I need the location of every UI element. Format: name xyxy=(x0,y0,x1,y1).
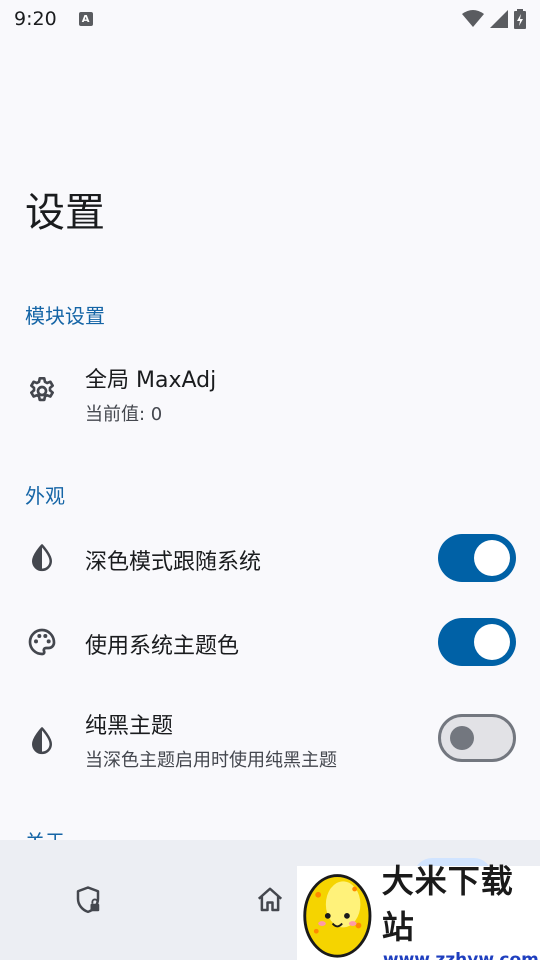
switch-knob xyxy=(474,540,510,576)
setting-dark-mode-follow-system[interactable]: 深色模式跟随系统 xyxy=(0,530,540,586)
setting-subtitle: 当深色主题启用时使用纯黑主题 xyxy=(85,750,337,771)
setting-text: 纯黑主题 当深色主题启用时使用纯黑主题 xyxy=(85,708,337,772)
status-bar: 9:20 A xyxy=(0,0,540,38)
setting-text: 深色模式跟随系统 xyxy=(85,544,261,576)
use-system-theme-color-switch[interactable] xyxy=(438,618,516,666)
setting-pure-black-theme[interactable]: 纯黑主题 当深色主题启用时使用纯黑主题 xyxy=(0,704,540,778)
setting-text: 使用系统主题色 xyxy=(85,628,239,660)
egg-mascot-icon xyxy=(303,874,372,958)
signal-icon xyxy=(490,10,508,28)
gear-icon xyxy=(25,374,59,408)
watermark-name: 大米下载站 xyxy=(381,862,514,946)
pure-black-theme-switch[interactable] xyxy=(438,714,516,762)
status-icons xyxy=(462,9,526,29)
battery-icon xyxy=(514,9,526,29)
setting-title: 纯黑主题 xyxy=(85,714,174,739)
section-header-appearance: 外观 xyxy=(25,484,65,508)
switch-knob xyxy=(474,624,510,660)
contrast-icon xyxy=(25,541,59,575)
watermark-text: 大米下载站 www.zzhyw.com xyxy=(382,856,540,960)
a-icon: A xyxy=(78,12,93,26)
shield-lock-icon xyxy=(76,886,100,914)
setting-subtitle: 当前值: 0 xyxy=(85,404,163,425)
setting-title: 深色模式跟随系统 xyxy=(85,550,262,575)
setting-global-maxadj[interactable]: 全局 MaxAdj 当前值: 0 xyxy=(0,360,540,426)
home-icon xyxy=(257,887,283,912)
dark-mode-follow-system-switch[interactable] xyxy=(438,534,516,582)
status-time: 9:20 xyxy=(14,8,57,30)
contrast-icon xyxy=(25,724,59,758)
setting-text: 全局 MaxAdj 当前值: 0 xyxy=(85,362,216,426)
setting-title: 全局 MaxAdj xyxy=(85,368,217,393)
wifi-icon xyxy=(462,10,484,27)
palette-icon xyxy=(25,625,59,659)
section-header-module: 模块设置 xyxy=(25,304,105,328)
watermark-url: www.zzhyw.com xyxy=(382,950,539,960)
nav-item-shield[interactable] xyxy=(68,880,108,920)
section-header-about: 关于 xyxy=(25,830,65,842)
nav-item-home[interactable] xyxy=(250,880,290,920)
watermark: 大米下载站 www.zzhyw.com xyxy=(297,862,540,960)
switch-knob xyxy=(450,726,474,750)
page-title: 设置 xyxy=(25,190,105,236)
setting-use-system-theme-color[interactable]: 使用系统主题色 xyxy=(0,614,540,670)
setting-title: 使用系统主题色 xyxy=(85,634,240,659)
